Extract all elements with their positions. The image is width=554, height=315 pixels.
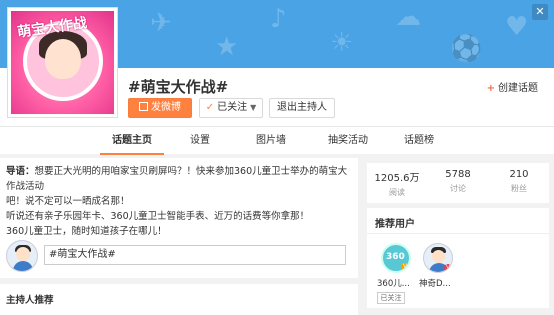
recommended-user[interactable]: 360 V 360儿... 已关注 (377, 243, 417, 304)
stat-value: 210 (509, 169, 529, 180)
avatar-text: 360 (386, 252, 405, 262)
stat-value: 1205.6万 (374, 173, 420, 184)
user-name[interactable]: 360儿... (377, 277, 415, 289)
chevron-down-icon: ▼ (250, 103, 257, 112)
stat-label: 粉丝 (511, 184, 527, 193)
tab-topic-ranking[interactable]: 话题榜 (396, 127, 442, 155)
pattern-icon: ✈ (150, 8, 172, 38)
pattern-icon: ♥ (505, 12, 529, 42)
compose-input[interactable]: #萌宝大作战# (44, 245, 346, 265)
tab-photo-wall[interactable]: 图片墙 (246, 127, 296, 155)
intro-line: 听说还有亲子乐园年卡、360儿童卫士智能手表、近万的话费等你拿那！ (6, 211, 310, 222)
stat-discussions: 5788 讨论 (428, 169, 488, 194)
exit-host-button[interactable]: 退出主持人 (269, 98, 335, 118)
recommended-users-panel: 推荐用户 360 V 360儿... 已关注 V 神奇D... (367, 208, 549, 308)
topic-avatar: 萌宝大作战 (7, 7, 118, 118)
avatar[interactable]: 360 V (381, 243, 411, 273)
check-icon: ✓ (205, 102, 215, 113)
divider (367, 233, 549, 234)
intro-line: 360儿童卫士，随时知道孩子在哪儿！ (6, 226, 167, 237)
followed-button[interactable]: 已关注 (377, 292, 405, 304)
pattern-icon: ☁ (395, 2, 421, 32)
recommended-users-title: 推荐用户 (375, 219, 415, 230)
plus-icon: + (486, 83, 495, 94)
pattern-icon: ★ (215, 32, 239, 62)
host-recommend-panel: 主持人推荐 (0, 284, 358, 315)
post-weibo-label: 发微博 (151, 102, 181, 113)
tab-home[interactable]: 话题主页 (100, 127, 164, 155)
post-weibo-button[interactable]: 发微博 (128, 98, 192, 118)
topic-tabs: 话题主页 设置 图片墙 抽奖活动 话题榜 (0, 126, 554, 155)
intro-line: 想要正大光明的用咱家宝贝刷屏吗？！快来参加360儿童卫士举办的萌宝大作战活动 (6, 166, 348, 192)
intro-label: 导语： (6, 166, 35, 177)
verified-badge-icon: V (401, 263, 409, 271)
pattern-icon: ⚽ (450, 34, 483, 64)
create-topic-link[interactable]: + 创建话题 (487, 79, 538, 94)
stat-fans: 210 粉丝 (489, 169, 549, 194)
stat-label: 阅读 (389, 188, 405, 197)
intro-line: 吧！说不定可以一晒成名那！ (6, 196, 130, 207)
tab-lottery[interactable]: 抽奖活动 (318, 127, 378, 155)
stat-value: 5788 (445, 169, 471, 180)
edit-icon (139, 102, 148, 111)
avatar[interactable]: V (423, 243, 453, 273)
pattern-icon: ♪ (270, 4, 287, 34)
stat-reads: 1205.6万 阅读 (367, 169, 427, 198)
follow-label: 已关注 (217, 102, 248, 113)
close-icon[interactable]: ✕ (532, 4, 548, 20)
intro-text: 导语：想要正大光明的用咱家宝贝刷屏吗？！快来参加360儿童卫士举办的萌宝大作战活… (6, 164, 352, 239)
page-title: #萌宝大作战# (128, 78, 229, 96)
user-avatar[interactable] (6, 240, 38, 272)
host-recommend-title: 主持人推荐 (6, 295, 54, 306)
recommended-user[interactable]: V 神奇D... (419, 243, 459, 289)
pattern-icon: ☀ (330, 28, 354, 58)
verified-badge-icon: V (444, 264, 452, 272)
follow-button[interactable]: ✓ 已关注 ▼ (199, 98, 263, 118)
tab-settings[interactable]: 设置 (180, 127, 220, 155)
stat-label: 讨论 (450, 184, 466, 193)
create-topic-label: 创建话题 (498, 83, 538, 94)
stats-panel: 1205.6万 阅读 5788 讨论 210 粉丝 (367, 163, 549, 203)
user-name[interactable]: 神奇D... (419, 277, 457, 289)
